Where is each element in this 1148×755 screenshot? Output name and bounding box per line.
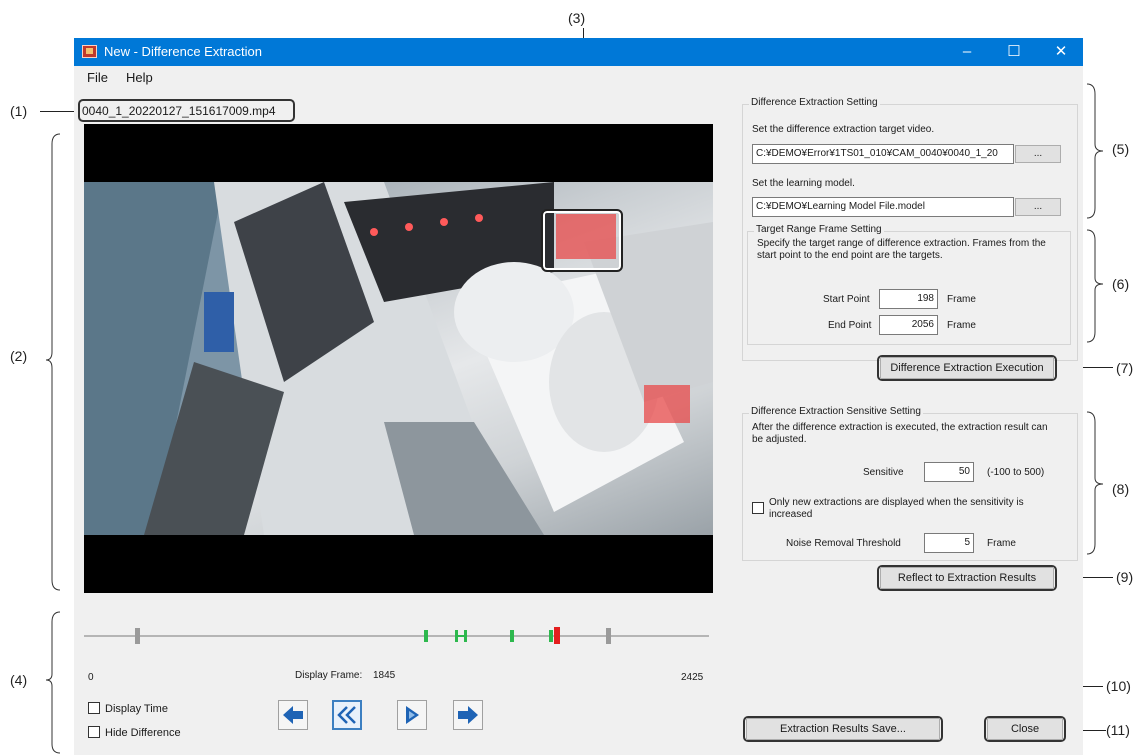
close-button[interactable]: Close xyxy=(987,718,1063,740)
timeline-track xyxy=(84,635,709,637)
app-icon xyxy=(82,45,97,58)
next-frame-button[interactable] xyxy=(453,700,483,730)
sensitive-label: Sensitive xyxy=(863,467,904,478)
callout-10: (10) xyxy=(1106,678,1131,694)
maximize-button[interactable]: ☐ xyxy=(992,40,1036,64)
callout-6-brace xyxy=(1086,229,1104,343)
callout-2-brace xyxy=(45,133,61,591)
display-time-checkbox[interactable]: Display Time xyxy=(88,702,168,715)
minimize-button[interactable]: – xyxy=(945,40,989,64)
callout-5: (5) xyxy=(1112,141,1130,157)
previous-difference-button[interactable] xyxy=(332,700,362,730)
sensitive-range: (-100 to 500) xyxy=(987,467,1045,478)
callout-9: (9) xyxy=(1116,569,1134,585)
frame-timeline[interactable] xyxy=(84,627,709,644)
difference-marker[interactable] xyxy=(510,630,514,642)
difference-area-highlight xyxy=(541,209,623,272)
rewind-icon xyxy=(337,706,356,724)
callout-2: (2) xyxy=(10,348,28,364)
callout-3: (3) xyxy=(568,10,586,26)
start-point-unit: Frame xyxy=(947,294,976,305)
target-video-label: Set the difference extraction target vid… xyxy=(752,124,935,135)
noise-threshold-field[interactable]: 5 xyxy=(924,533,974,553)
end-point-field[interactable]: 2056 xyxy=(879,315,938,335)
sensitive-setting-title: Difference Extraction Sensitive Setting xyxy=(749,406,923,417)
start-point-label: Start Point xyxy=(823,294,870,305)
extraction-results-save-button[interactable]: Extraction Results Save... xyxy=(746,718,940,740)
close-window-button[interactable]: ✕ xyxy=(1039,40,1083,64)
hide-difference-label: Hide Difference xyxy=(105,727,181,739)
target-video-path-field[interactable]: C:¥DEMO¥Error¥1TS01_010¥CAM_0040¥0040_1_… xyxy=(752,144,1014,164)
difference-highlight-2 xyxy=(644,385,690,423)
timeline-end-frame: 2425 xyxy=(681,672,704,683)
callout-4: (4) xyxy=(10,672,28,688)
range-setting-title: Target Range Frame Setting xyxy=(754,224,884,235)
menu-file[interactable]: File xyxy=(87,70,108,85)
window-title: New - Difference Extraction xyxy=(104,44,262,59)
callout-4-brace xyxy=(45,611,61,754)
browse-model-button[interactable]: ... xyxy=(1015,198,1061,216)
only-new-extractions-label: Only new extractions are displayed when … xyxy=(769,497,1024,520)
sensitive-field[interactable]: 50 xyxy=(924,462,974,482)
sensitive-description: After the difference extraction is execu… xyxy=(752,422,1048,445)
extraction-setting-title: Difference Extraction Setting xyxy=(749,97,880,108)
start-point-field[interactable]: 198 xyxy=(879,289,938,309)
hide-difference-checkbox[interactable]: Hide Difference xyxy=(88,726,181,739)
difference-marker[interactable] xyxy=(424,630,428,642)
callout-11: (11) xyxy=(1106,722,1130,738)
previous-frame-button[interactable] xyxy=(278,700,308,730)
difference-marker[interactable] xyxy=(549,630,553,642)
display-frame-value: 1845 xyxy=(373,670,396,681)
learning-model-path-field[interactable]: C:¥DEMO¥Learning Model File.model xyxy=(752,197,1014,217)
range-end-handle[interactable] xyxy=(606,628,611,644)
noise-threshold-label: Noise Removal Threshold xyxy=(786,538,901,549)
range-start-handle[interactable] xyxy=(135,628,140,644)
current-frame-marker[interactable] xyxy=(554,627,560,644)
menu-help[interactable]: Help xyxy=(126,70,153,85)
difference-extraction-execution-button[interactable]: Difference Extraction Execution xyxy=(880,357,1054,379)
callout-1: (1) xyxy=(10,103,28,119)
arrow-right-icon xyxy=(458,706,478,724)
range-description: Specify the target range of difference e… xyxy=(757,238,1046,261)
checkbox-box[interactable] xyxy=(752,502,764,514)
checkbox-box[interactable] xyxy=(88,726,100,738)
callout-5-brace xyxy=(1086,83,1104,219)
menu-bar: File Help xyxy=(74,66,1083,88)
next-difference-button[interactable] xyxy=(397,700,427,730)
only-new-extractions-checkbox[interactable] xyxy=(752,502,769,515)
end-point-label: End Point xyxy=(828,320,872,331)
arrow-left-icon xyxy=(283,706,303,724)
checkbox-box[interactable] xyxy=(88,702,100,714)
browse-video-button[interactable]: ... xyxy=(1015,145,1061,163)
timeline-start-frame: 0 xyxy=(88,672,94,683)
display-time-label: Display Time xyxy=(105,703,168,715)
callout-6: (6) xyxy=(1112,276,1130,292)
callout-8-brace xyxy=(1086,411,1104,555)
end-point-unit: Frame xyxy=(947,320,976,331)
difference-marker-bar xyxy=(455,635,467,637)
display-frame-label: Display Frame: xyxy=(295,670,363,681)
video-file-name: 0040_1_20220127_151617009.mp4 xyxy=(82,104,276,118)
app-window: New - Difference Extraction – ☐ ✕ File H… xyxy=(74,38,1083,755)
callout-8: (8) xyxy=(1112,481,1130,497)
learning-model-label: Set the learning model. xyxy=(752,178,855,189)
title-bar: New - Difference Extraction – ☐ ✕ xyxy=(74,38,1083,66)
reflect-to-results-button[interactable]: Reflect to Extraction Results xyxy=(880,567,1054,589)
noise-threshold-unit: Frame xyxy=(987,538,1016,549)
play-icon xyxy=(406,706,419,724)
callout-7: (7) xyxy=(1116,360,1134,376)
video-viewer[interactable] xyxy=(84,124,713,593)
